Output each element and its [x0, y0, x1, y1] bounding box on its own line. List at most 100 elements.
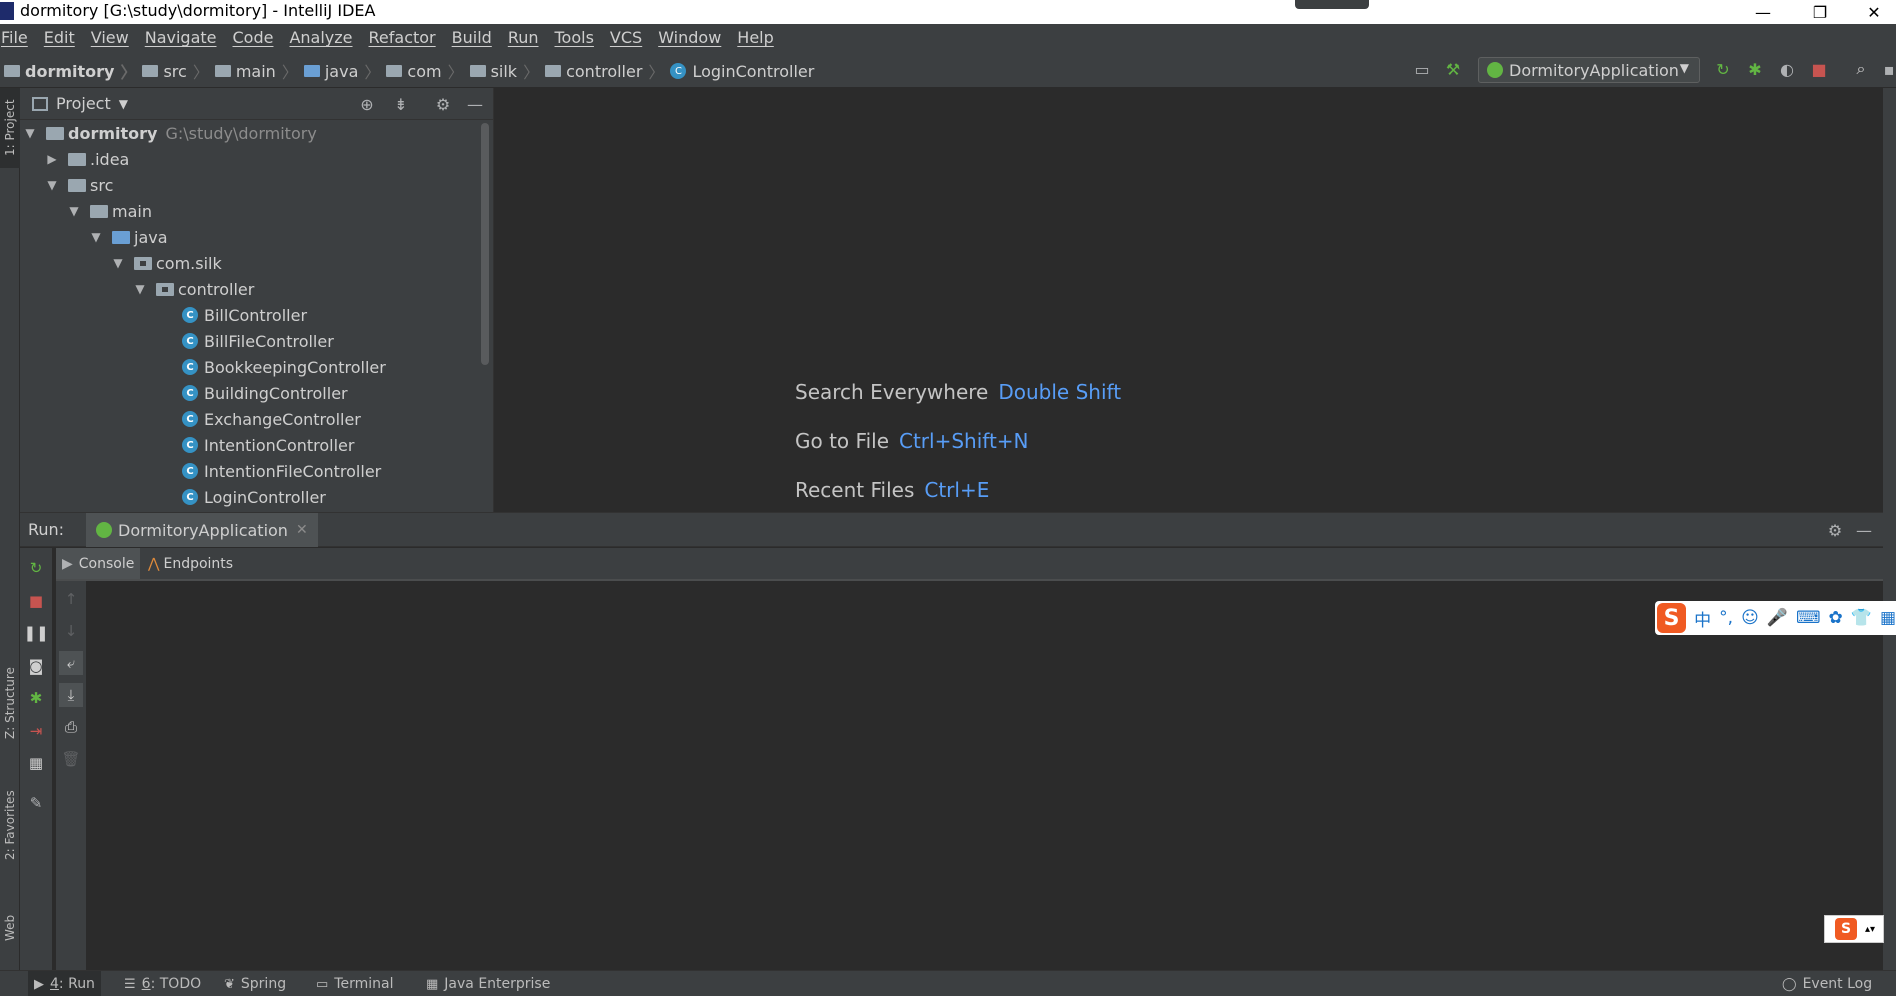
run-tab-dormitoryapplication[interactable]: DormitoryApplication ✕: [86, 513, 318, 547]
tab-run[interactable]: ▶ 4: Run: [28, 971, 101, 996]
collapse-all-icon[interactable]: ⇟: [390, 93, 412, 115]
ime-tools-icon[interactable]: ✿: [1829, 608, 1843, 628]
tree-node-class[interactable]: C IntentionController: [182, 432, 354, 458]
soft-wrap-icon[interactable]: ⤶: [59, 651, 83, 675]
ime-mini-toolbar[interactable]: S ▴▾: [1824, 915, 1884, 943]
ime-skin-icon[interactable]: 👕: [1851, 608, 1872, 628]
print-icon[interactable]: ⎙: [59, 715, 83, 739]
tree-node-idea[interactable]: ▶ .idea: [46, 146, 129, 172]
tree-node-dormitory[interactable]: ▼ dormitory G:\study\dormitory: [24, 120, 316, 146]
tab-favorites[interactable]: 2: Favorites: [0, 778, 20, 873]
menu-view[interactable]: View: [90, 28, 137, 47]
ime-punctuation-icon[interactable]: °,: [1719, 608, 1733, 628]
ime-emoji-icon[interactable]: ☺: [1741, 608, 1759, 628]
spring-leaf-icon: ❦: [224, 976, 235, 992]
tab-project[interactable]: 1: Project: [0, 88, 20, 168]
build-hammer-icon[interactable]: ⚒: [1442, 58, 1464, 80]
menu-vcs[interactable]: VCS: [609, 28, 650, 47]
tree-node-class[interactable]: C ExchangeController: [182, 406, 361, 432]
debug-bug-icon[interactable]: ✱: [1744, 58, 1766, 80]
breadcrumb-logincontroller[interactable]: C LoginController: [670, 62, 814, 81]
menu-analyze[interactable]: Analyze: [288, 28, 360, 47]
breadcrumb-silk[interactable]: silk 〉: [469, 59, 546, 83]
menu-edit[interactable]: Edit: [43, 28, 83, 47]
stop-icon[interactable]: ■: [24, 589, 48, 613]
tab-endpoints[interactable]: ⋀ Endpoints: [142, 548, 239, 579]
ime-more-icon[interactable]: ▦: [1880, 608, 1896, 628]
rerun-icon[interactable]: ↻: [1712, 58, 1734, 80]
menu-file[interactable]: File: [0, 28, 36, 47]
layout-icon[interactable]: ▦: [24, 751, 48, 775]
breadcrumb-controller[interactable]: controller 〉: [545, 59, 670, 83]
rerun-icon[interactable]: ↻: [24, 556, 48, 580]
breadcrumb-com[interactable]: com 〉: [386, 59, 469, 83]
tree-node-controller[interactable]: ▼ controller: [134, 276, 254, 302]
menu-refactor[interactable]: Refactor: [368, 28, 444, 47]
editor-area[interactable]: Search Everywhere Double Shift Go to File…: [493, 88, 1883, 512]
close-tab-icon[interactable]: ✕: [296, 522, 308, 538]
tree-node-class[interactable]: C BookkeepingController: [182, 354, 386, 380]
minimize-button[interactable]: —: [1741, 0, 1785, 24]
locate-icon[interactable]: ⊕: [356, 93, 378, 115]
menu-run[interactable]: Run: [507, 28, 547, 47]
run-configuration-select[interactable]: DormitoryApplication ▼: [1478, 57, 1700, 83]
menu-code[interactable]: Code: [232, 28, 282, 47]
tree-node-class[interactable]: C IntentionFileController: [182, 458, 381, 484]
stop-icon[interactable]: ■: [1808, 58, 1830, 80]
console-output[interactable]: [86, 581, 1883, 971]
tab-structure[interactable]: Z: Structure: [0, 658, 20, 748]
close-button[interactable]: ✕: [1852, 0, 1896, 24]
project-structure-icon[interactable]: ▭: [1411, 58, 1433, 80]
tab-java-enterprise[interactable]: ▦ Java Enterprise: [420, 971, 556, 996]
tree-node-src[interactable]: ▼ src: [46, 172, 113, 198]
expanded-arrow-icon: ▼: [91, 230, 101, 244]
debug-bug-icon[interactable]: ✱: [24, 686, 48, 710]
ime-microphone-icon[interactable]: 🎤: [1767, 608, 1788, 628]
menu-tools[interactable]: Tools: [554, 28, 602, 47]
event-log-button[interactable]: ◯ Event Log: [1776, 971, 1878, 996]
tree-node-class[interactable]: C BillFileController: [182, 328, 334, 354]
hide-panel-icon[interactable]: —: [464, 93, 486, 115]
tree-node-class[interactable]: C BillController: [182, 302, 307, 328]
event-icon[interactable]: ▪: [1878, 58, 1896, 80]
menu-window[interactable]: Window: [657, 28, 729, 47]
breadcrumb-main[interactable]: main 〉: [214, 59, 304, 83]
menu-build[interactable]: Build: [451, 28, 500, 47]
hide-panel-icon[interactable]: —: [1853, 519, 1875, 541]
tab-todo[interactable]: ☰ 6: TODO: [118, 971, 207, 996]
project-view-selector[interactable]: Project ▼: [32, 94, 128, 113]
ime-keyboard-icon[interactable]: ⌨: [1796, 608, 1821, 628]
scroll-to-end-icon[interactable]: ⤓: [59, 683, 83, 707]
tree-node-com-silk[interactable]: ▼ com.silk: [112, 250, 221, 276]
restore-button[interactable]: ❐: [1798, 0, 1842, 24]
tree-node-class[interactable]: C LoginController: [182, 484, 326, 510]
tab-spring[interactable]: ❦ Spring: [218, 971, 292, 996]
up-arrow-icon[interactable]: ↑: [59, 587, 83, 611]
trash-icon[interactable]: 🗑: [59, 747, 83, 771]
tab-web[interactable]: Web: [0, 903, 20, 953]
tree-node-java[interactable]: ▼ java: [90, 224, 167, 250]
exit-icon[interactable]: ⇥: [24, 719, 48, 743]
project-scrollbar[interactable]: [481, 123, 489, 365]
down-arrow-icon[interactable]: ↓: [59, 619, 83, 643]
tab-terminal[interactable]: ▭ Terminal: [310, 971, 399, 996]
breadcrumb-src[interactable]: src 〉: [142, 59, 214, 83]
tree-node-main[interactable]: ▼ main: [68, 198, 152, 224]
menu-help[interactable]: Help: [736, 28, 781, 47]
menu-navigate[interactable]: Navigate: [144, 28, 225, 47]
pause-icon[interactable]: ❚❚: [23, 621, 48, 645]
camera-icon[interactable]: ◙: [24, 654, 48, 678]
coverage-icon[interactable]: ◐: [1776, 58, 1798, 80]
gear-icon[interactable]: ⚙: [1824, 519, 1846, 541]
pin-icon[interactable]: ✎: [24, 791, 48, 815]
breadcrumb-dormitory[interactable]: dormitory 〉: [4, 59, 142, 83]
gear-icon[interactable]: ⚙: [432, 93, 454, 115]
breadcrumb-java[interactable]: java 〉: [303, 59, 387, 83]
ime-toolbar[interactable]: S 中 °, ☺ 🎤 ⌨ ✿ 👕 ▦: [1655, 601, 1896, 635]
expanded-arrow-icon: ▼: [113, 256, 123, 270]
tree-node-class[interactable]: C BuildingController: [182, 380, 348, 406]
hint-go-to-file: Go to File Ctrl+Shift+N: [795, 429, 1029, 453]
search-icon[interactable]: ⌕: [1850, 58, 1872, 80]
ime-chinese-mode[interactable]: 中: [1694, 606, 1711, 631]
tab-console[interactable]: ▶ Console: [56, 548, 141, 579]
